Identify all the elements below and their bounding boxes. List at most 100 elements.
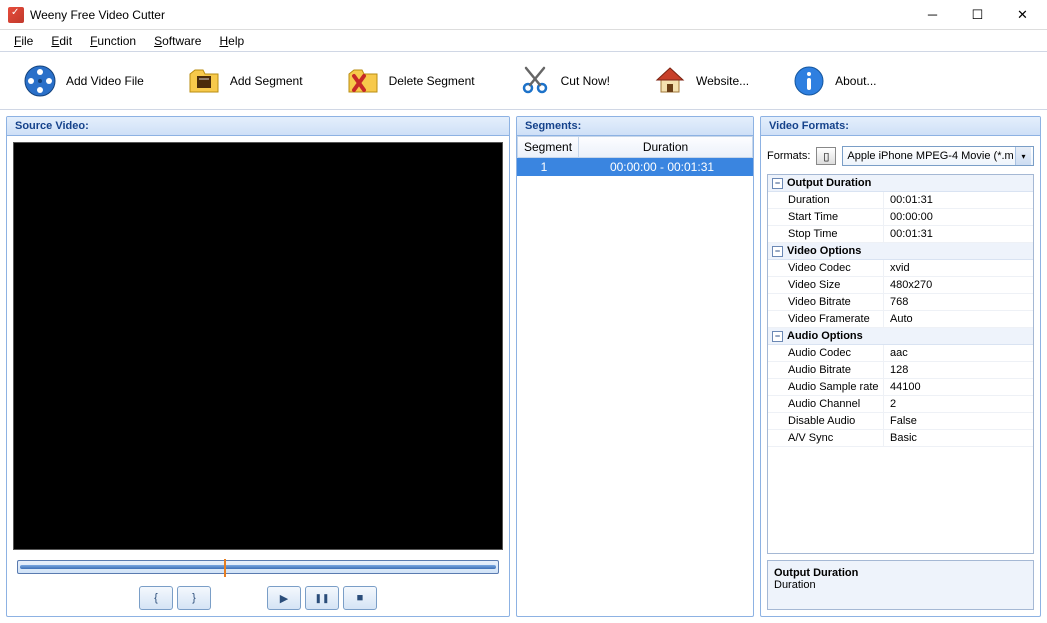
- collapse-icon[interactable]: −: [772, 178, 783, 189]
- property-key: Audio Bitrate: [768, 362, 884, 378]
- segments-col-segment[interactable]: Segment: [518, 137, 579, 157]
- property-key: Video Bitrate: [768, 294, 884, 310]
- section-title: Audio Options: [787, 330, 863, 342]
- about-button[interactable]: About...: [785, 59, 882, 103]
- delete-segment-button[interactable]: Delete Segment: [339, 59, 481, 103]
- menu-function-label: unction: [97, 34, 136, 48]
- add-segment-button[interactable]: Add Segment: [180, 59, 309, 103]
- stop-glyph: ■: [357, 592, 364, 604]
- propgrid-section-header[interactable]: −Audio Options: [768, 328, 1033, 345]
- source-video-panel: Source Video: { } ▶ ❚❚ ■: [6, 116, 510, 617]
- description-title: Output Duration: [774, 567, 1027, 579]
- property-value[interactable]: 00:01:31: [884, 226, 1033, 242]
- property-key: Stop Time: [768, 226, 884, 242]
- property-key: Start Time: [768, 209, 884, 225]
- segment-duration: 00:00:00 - 00:01:31: [571, 158, 753, 176]
- device-icon: ▯: [816, 147, 836, 165]
- menu-help[interactable]: Help: [211, 32, 252, 50]
- formats-dropdown[interactable]: Apple iPhone MPEG-4 Movie (*.m ▾: [842, 146, 1034, 166]
- cut-now-button[interactable]: Cut Now!: [511, 59, 616, 103]
- property-description: Output Duration Duration: [767, 560, 1034, 610]
- property-value[interactable]: 44100: [884, 379, 1033, 395]
- window-title: Weeny Free Video Cutter: [30, 8, 165, 22]
- segments-table-header: Segment Duration: [517, 136, 753, 158]
- menu-file[interactable]: File: [6, 32, 41, 50]
- property-value[interactable]: 00:00:00: [884, 209, 1033, 225]
- play-button[interactable]: ▶: [267, 586, 301, 610]
- mark-in-glyph: {: [154, 592, 158, 604]
- propgrid-row[interactable]: Duration00:01:31: [768, 192, 1033, 209]
- propgrid-row[interactable]: Audio Codecaac: [768, 345, 1033, 362]
- propgrid-section-header[interactable]: −Video Options: [768, 243, 1033, 260]
- property-value[interactable]: aac: [884, 345, 1033, 361]
- segments-panel: Segments: Segment Duration 100:00:00 - 0…: [516, 116, 754, 617]
- property-key: Video Framerate: [768, 311, 884, 327]
- menu-bar: File Edit Function Software Help: [0, 30, 1047, 52]
- segments-header: Segments:: [517, 117, 753, 136]
- playback-controls: { } ▶ ❚❚ ■: [13, 586, 503, 610]
- work-area: Source Video: { } ▶ ❚❚ ■: [0, 110, 1047, 623]
- mark-in-button[interactable]: {: [139, 586, 173, 610]
- website-label: Website...: [696, 74, 749, 88]
- delete-segment-label: Delete Segment: [389, 74, 475, 88]
- propgrid-row[interactable]: Disable AudioFalse: [768, 413, 1033, 430]
- propgrid-row[interactable]: Stop Time00:01:31: [768, 226, 1033, 243]
- menu-edit[interactable]: Edit: [43, 32, 80, 50]
- app-icon: [8, 7, 24, 23]
- propgrid-row[interactable]: Video Codecxvid: [768, 260, 1033, 277]
- description-body: Duration: [774, 579, 1027, 591]
- propgrid-section-header[interactable]: −Output Duration: [768, 175, 1033, 192]
- close-button[interactable]: ✕: [1000, 0, 1045, 29]
- source-video-header: Source Video:: [7, 117, 509, 136]
- propgrid-row[interactable]: Video FramerateAuto: [768, 311, 1033, 328]
- pause-glyph: ❚❚: [314, 593, 329, 604]
- property-value[interactable]: xvid: [884, 260, 1033, 276]
- mark-out-button[interactable]: }: [177, 586, 211, 610]
- property-value[interactable]: 128: [884, 362, 1033, 378]
- video-preview[interactable]: [13, 142, 503, 550]
- segment-number: 1: [517, 158, 571, 176]
- segments-col-duration[interactable]: Duration: [579, 137, 752, 157]
- timeline-thumb[interactable]: [224, 559, 226, 577]
- propgrid-row[interactable]: Audio Bitrate128: [768, 362, 1033, 379]
- table-row[interactable]: 100:00:00 - 00:01:31: [517, 158, 753, 176]
- stop-button[interactable]: ■: [343, 586, 377, 610]
- maximize-button[interactable]: ☐: [955, 0, 1000, 29]
- property-value[interactable]: Auto: [884, 311, 1033, 327]
- property-key: Video Size: [768, 277, 884, 293]
- property-value[interactable]: Basic: [884, 430, 1033, 446]
- folder-film-icon: [186, 63, 222, 99]
- menu-software[interactable]: Software: [146, 32, 209, 50]
- video-formats-panel: Video Formats: Formats: ▯ Apple iPhone M…: [760, 116, 1041, 617]
- timeline-slider[interactable]: [17, 560, 499, 574]
- add-video-button[interactable]: Add Video File: [16, 59, 150, 103]
- pause-button[interactable]: ❚❚: [305, 586, 339, 610]
- propgrid-row[interactable]: Video Bitrate768: [768, 294, 1033, 311]
- collapse-icon[interactable]: −: [772, 246, 783, 257]
- property-value[interactable]: 2: [884, 396, 1033, 412]
- propgrid-row[interactable]: Video Size480x270: [768, 277, 1033, 294]
- property-key: Video Codec: [768, 260, 884, 276]
- collapse-icon[interactable]: −: [772, 331, 783, 342]
- propgrid-row[interactable]: Audio Channel2: [768, 396, 1033, 413]
- toolbar: Add Video File Add Segment Delete Segmen…: [0, 52, 1047, 110]
- play-glyph: ▶: [280, 592, 288, 605]
- website-button[interactable]: Website...: [646, 59, 755, 103]
- propgrid-row[interactable]: Audio Sample rate44100: [768, 379, 1033, 396]
- property-key: A/V Sync: [768, 430, 884, 446]
- menu-file-label: ile: [21, 34, 33, 48]
- propgrid-row[interactable]: A/V SyncBasic: [768, 430, 1033, 447]
- minimize-button[interactable]: ─: [910, 0, 955, 29]
- property-key: Disable Audio: [768, 413, 884, 429]
- propgrid-row[interactable]: Start Time00:00:00: [768, 209, 1033, 226]
- menu-help-label: elp: [228, 34, 244, 48]
- menu-function[interactable]: Function: [82, 32, 144, 50]
- timeline-track: [20, 565, 496, 569]
- about-label: About...: [835, 74, 876, 88]
- add-video-label: Add Video File: [66, 74, 144, 88]
- property-value[interactable]: 768: [884, 294, 1033, 310]
- property-value[interactable]: False: [884, 413, 1033, 429]
- property-value[interactable]: 00:01:31: [884, 192, 1033, 208]
- property-key: Audio Channel: [768, 396, 884, 412]
- property-value[interactable]: 480x270: [884, 277, 1033, 293]
